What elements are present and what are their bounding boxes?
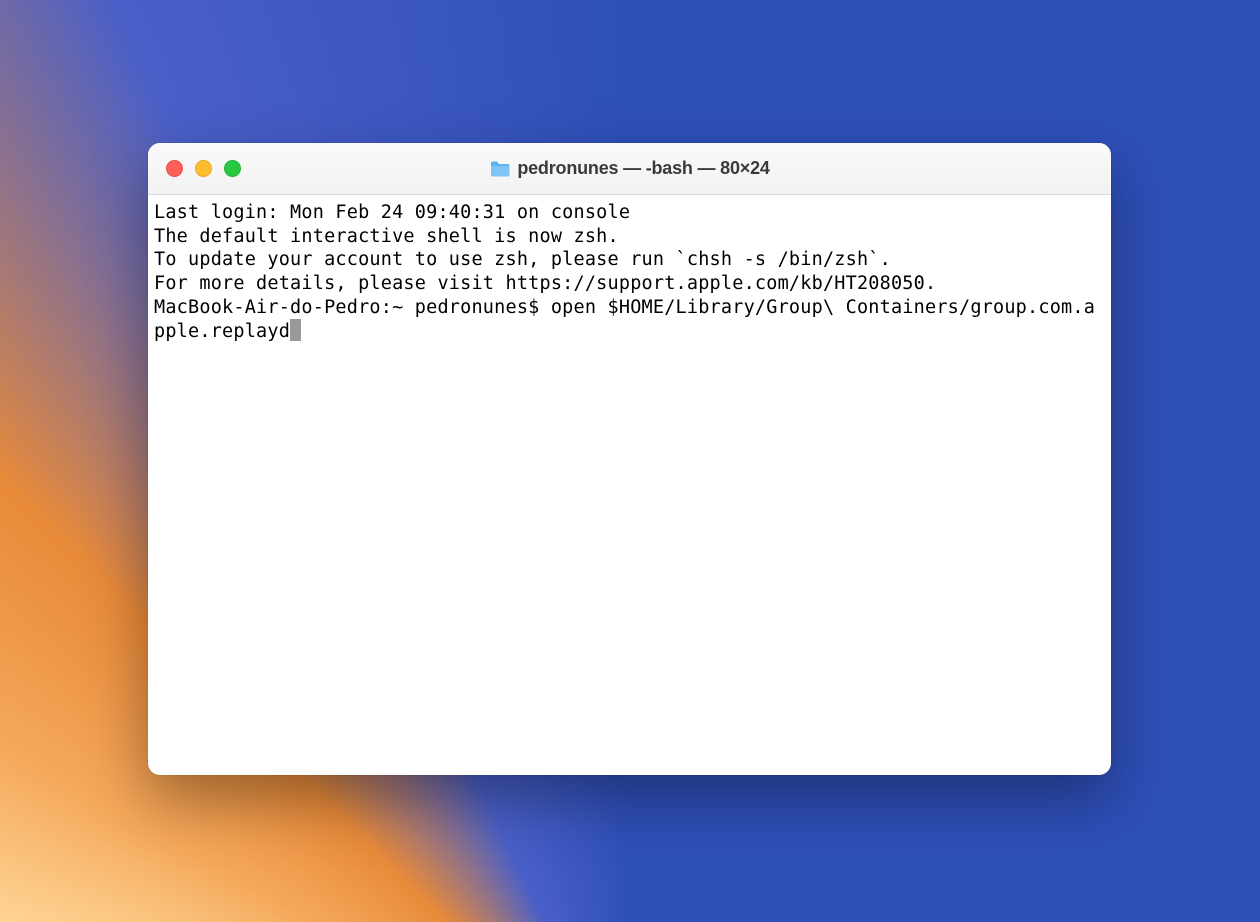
zoom-button[interactable] bbox=[224, 160, 241, 177]
terminal-output-line: Last login: Mon Feb 24 09:40:31 on conso… bbox=[154, 201, 1105, 225]
title-bar[interactable]: pedronunes — -bash — 80×24 bbox=[148, 143, 1111, 195]
terminal-prompt: MacBook-Air-do-Pedro:~ pedronunes$ bbox=[154, 297, 551, 318]
close-button[interactable] bbox=[166, 160, 183, 177]
terminal-output-line: For more details, please visit https://s… bbox=[154, 272, 1105, 296]
traffic-lights bbox=[148, 160, 241, 177]
title-content: pedronunes — -bash — 80×24 bbox=[148, 158, 1111, 179]
window-title: pedronunes — -bash — 80×24 bbox=[517, 158, 769, 179]
cursor bbox=[290, 319, 301, 341]
folder-icon bbox=[489, 160, 511, 178]
terminal-output-line: The default interactive shell is now zsh… bbox=[154, 225, 1105, 249]
minimize-button[interactable] bbox=[195, 160, 212, 177]
terminal-body[interactable]: Last login: Mon Feb 24 09:40:31 on conso… bbox=[148, 195, 1111, 775]
terminal-output-line: To update your account to use zsh, pleas… bbox=[154, 248, 1105, 272]
terminal-window: pedronunes — -bash — 80×24 Last login: M… bbox=[148, 143, 1111, 775]
